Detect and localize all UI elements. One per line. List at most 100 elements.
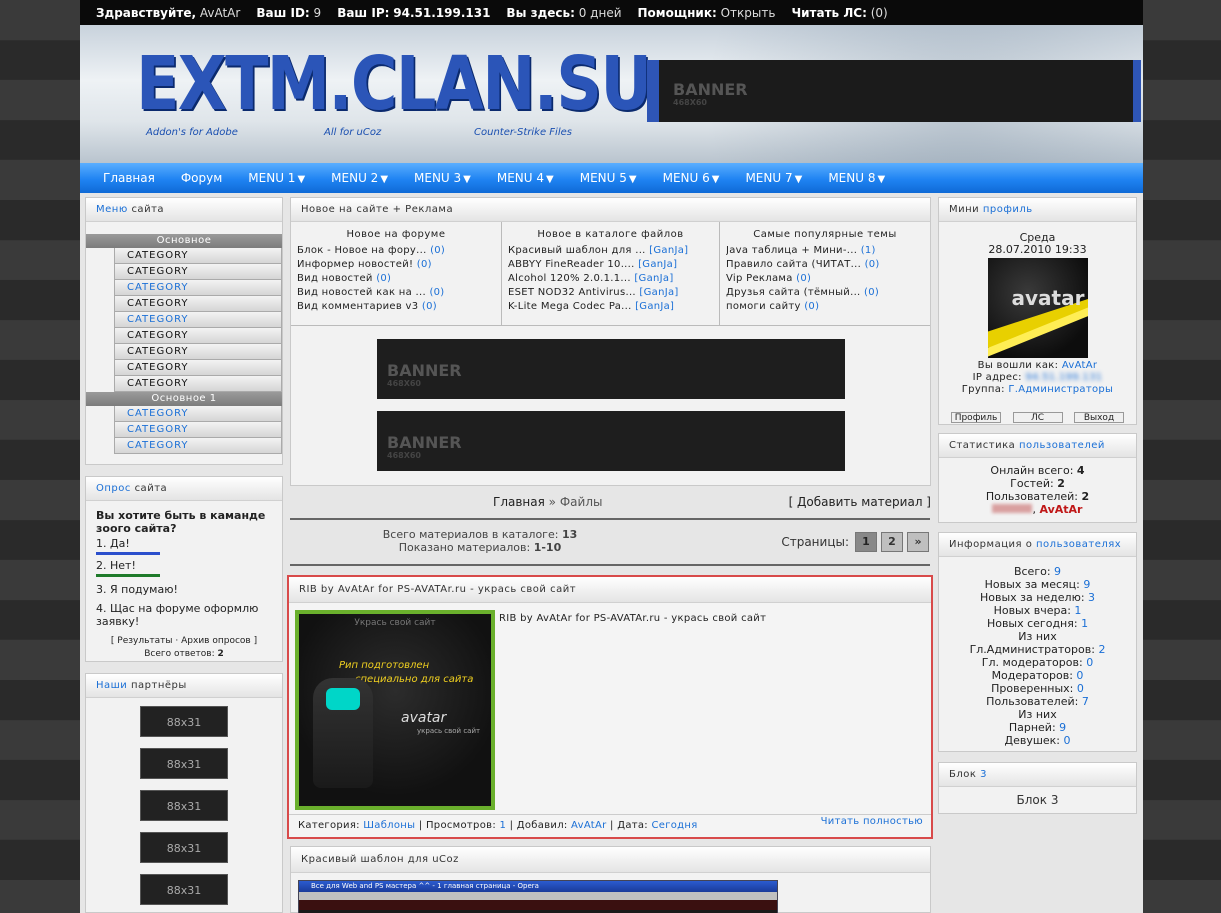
- menu-category[interactable]: CATEGORY: [114, 344, 282, 360]
- ad-banner[interactable]: BANNER 468X60: [377, 411, 845, 471]
- partner-button[interactable]: 88x31: [140, 790, 228, 821]
- poll-option: 2. Нет!: [96, 559, 136, 572]
- partners-block: Наши партнёры 88x31 88x31 88x31 88x31 88…: [85, 673, 283, 913]
- entry-thumbnail[interactable]: Укрась свой сайт Рип подготовлен специал…: [295, 610, 495, 810]
- catalog-file[interactable]: ESET NOD32 Antivirus... [GanJa]: [508, 286, 713, 300]
- read-more-link[interactable]: Читать полностью: [821, 811, 923, 833]
- menu-category[interactable]: CATEGORY: [114, 376, 282, 392]
- user-id: Ваш ID: 9: [256, 5, 322, 20]
- pm-button[interactable]: ЛС: [1012, 412, 1063, 423]
- next-page-button[interactable]: »: [907, 532, 929, 552]
- forum-topic[interactable]: Вид комментариев v3 (0): [297, 300, 495, 314]
- entry-thumbnail[interactable]: Все для Web and PS мастера ^^ - 1 главна…: [298, 880, 778, 913]
- menu-category[interactable]: CATEGORY: [114, 422, 282, 438]
- category-link[interactable]: Шаблоны: [363, 820, 415, 831]
- chevron-down-icon: ▼: [628, 174, 637, 185]
- forum-topic[interactable]: Блок - Новое на фору... (0): [297, 244, 495, 258]
- ad-banner[interactable]: BANNER 468X60: [377, 339, 845, 399]
- menu-category[interactable]: CATEGORY: [114, 248, 282, 264]
- avatar[interactable]: avatar: [987, 258, 1088, 358]
- forum-topic[interactable]: Вид новостей как на ... (0): [297, 286, 495, 300]
- nav-menu-2[interactable]: MENU 2 ▼: [318, 171, 401, 185]
- entry-title[interactable]: RIB by AvAtAr for PS-AVATAr.ru - укрась …: [289, 577, 931, 603]
- popular-topic[interactable]: Vip Реклама (0): [726, 272, 924, 286]
- guests-count: Гостей: 2: [1010, 477, 1065, 490]
- nav-forum[interactable]: Форум: [168, 171, 235, 185]
- helper[interactable]: Помощник: Открыть: [638, 6, 776, 20]
- logout-button[interactable]: Выход: [1074, 412, 1124, 423]
- ip-address: IP адрес: 94.51.199.131: [972, 372, 1103, 383]
- author-link[interactable]: AvAtAr: [571, 820, 607, 831]
- page-button-1[interactable]: 1: [855, 532, 877, 552]
- user-ip: Ваш IP: 94.51.199.131: [337, 5, 491, 20]
- poll-total: Всего ответов: 2: [144, 649, 224, 659]
- tagline-ucoz: All for uCoz: [324, 127, 382, 138]
- menu-category[interactable]: CATEGORY: [114, 312, 282, 328]
- popular-topic[interactable]: Java таблица + Мини-... (1): [726, 244, 924, 258]
- nav-menu-7[interactable]: MENU 7 ▼: [732, 171, 815, 185]
- entry-title[interactable]: Красивый шаблон для uCoz: [291, 847, 930, 873]
- nav-menu-6[interactable]: MENU 6 ▼: [650, 171, 733, 185]
- entry-meta: Категория: Шаблоны | Просмотров: 1 | Доб…: [289, 814, 931, 838]
- greeting: Здравствуйте, AvAtAr: [96, 5, 241, 20]
- partner-button[interactable]: 88x31: [140, 748, 228, 779]
- nav-menu-3[interactable]: MENU 3 ▼: [401, 171, 484, 185]
- popular-topic[interactable]: Друзья сайта (тёмный... (0): [726, 286, 924, 300]
- pagination: Страницы: 1 2 »: [781, 532, 929, 552]
- menu-group-main: Основное: [86, 234, 282, 248]
- add-material-button[interactable]: [ Добавить материал ]: [789, 495, 931, 509]
- chevron-down-icon: ▼: [546, 174, 554, 185]
- partner-button[interactable]: 88x31: [140, 874, 228, 905]
- menu-category[interactable]: CATEGORY: [114, 296, 282, 312]
- entry-description: RIB by AvAtAr for PS-AVATAr.ru - укрась …: [499, 613, 767, 624]
- site-menu-title: Меню сайта: [86, 198, 282, 222]
- news-block: Новое на сайте + Реклама Новое на форуме…: [290, 197, 931, 486]
- page-button-2[interactable]: 2: [881, 532, 903, 552]
- menu-category[interactable]: CATEGORY: [114, 438, 282, 454]
- poll-results-link[interactable]: Результаты: [117, 636, 172, 646]
- nav-menu-8[interactable]: MENU 8 ▼: [815, 171, 898, 185]
- poll-bar: [96, 552, 160, 555]
- header-banner[interactable]: BANNER 468X60: [647, 60, 1141, 122]
- user-info-title: Информация о пользователях: [939, 533, 1136, 557]
- catalog-news-col: Новое в каталоге файлов Красивый шаблон …: [502, 222, 720, 325]
- catalog-file[interactable]: Красивый шаблон для ... [GanJa]: [508, 244, 713, 258]
- menu-category[interactable]: CATEGORY: [114, 406, 282, 422]
- partner-button[interactable]: 88x31: [140, 832, 228, 863]
- menu-category[interactable]: CATEGORY: [114, 280, 282, 296]
- nav-menu-4[interactable]: MENU 4 ▼: [484, 171, 567, 185]
- block-3-body: Блок 3: [1016, 793, 1059, 807]
- catalog-file[interactable]: K-Lite Mega Codec Pa... [GanJa]: [508, 300, 713, 314]
- site-logo[interactable]: EXTM.CLAN.SU: [136, 47, 652, 121]
- profile-button[interactable]: Профиль: [951, 412, 1001, 423]
- chevron-down-icon: ▼: [463, 174, 471, 185]
- menu-category[interactable]: CATEGORY: [114, 264, 282, 280]
- poll-block: Опрос сайта Вы хотите быть в каманде зоо…: [85, 476, 283, 662]
- menu-category[interactable]: CATEGORY: [114, 360, 282, 376]
- catalog-file[interactable]: Alcohol 120% 2.0.1.1... [GanJa]: [508, 272, 713, 286]
- forum-topic[interactable]: Вид новостей (0): [297, 272, 495, 286]
- breadcrumb-home[interactable]: Главная: [493, 495, 545, 509]
- site-header: EXTM.CLAN.SU Addon's for Adobe All for u…: [80, 25, 1143, 163]
- menu-category[interactable]: CATEGORY: [114, 328, 282, 344]
- news-title: Новое на сайте + Реклама: [291, 198, 930, 222]
- chevron-down-icon: ▼: [794, 174, 803, 185]
- read-pm-link[interactable]: Читать ЛС: (0): [791, 6, 887, 20]
- partner-button[interactable]: 88x31: [140, 706, 228, 737]
- poll-option: 1. Да!: [96, 537, 130, 550]
- partners-title: Наши партнёры: [86, 674, 282, 698]
- nav-menu-1[interactable]: MENU 1 ▼: [235, 171, 318, 185]
- tagline-adobe: Addon's for Adobe: [146, 127, 238, 138]
- forum-topic[interactable]: Информер новостей! (0): [297, 258, 495, 272]
- popular-topic[interactable]: Правило сайта (ЧИТАТ... (0): [726, 258, 924, 272]
- file-entry: RIB by AvAtAr for PS-AVATAr.ru - укрась …: [287, 575, 933, 839]
- online-user-link[interactable]: AvAtAr: [1039, 503, 1082, 516]
- nav-home[interactable]: Главная: [90, 171, 168, 185]
- catalog-file[interactable]: ABBYY FineReader 10.... [GanJa]: [508, 258, 713, 272]
- user-stats-block: Статистика пользователей Онлайн всего: 4…: [938, 433, 1137, 523]
- nav-menu-5[interactable]: MENU 5 ▼: [567, 171, 650, 185]
- poll-archive-link[interactable]: Архив опросов: [181, 636, 251, 646]
- poll-option: 4. Щас на форуме оформлю заявку!: [96, 602, 259, 628]
- users-count: Пользователей: 2: [985, 490, 1090, 503]
- popular-topic[interactable]: помоги сайту (0): [726, 300, 924, 314]
